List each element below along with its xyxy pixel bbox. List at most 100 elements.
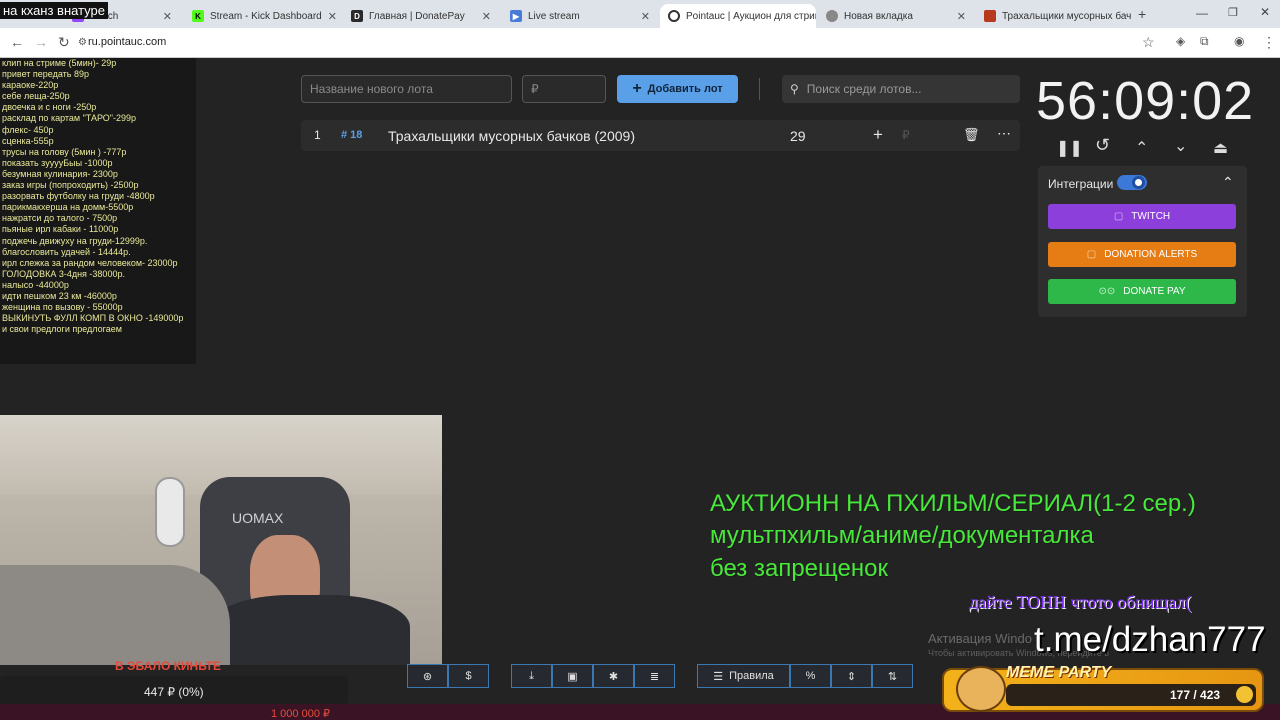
clear-list-icon[interactable]: ≣ — [634, 664, 675, 688]
new-tab-plus-icon[interactable]: + — [1138, 6, 1146, 22]
twitch-integration-button[interactable]: ▢ TWITCH — [1048, 204, 1236, 229]
rules-button[interactable]: ☰ Правила — [697, 664, 790, 688]
extension-icon[interactable]: ◈ — [1176, 34, 1185, 48]
trash-icon[interactable]: 🗑 — [963, 127, 980, 143]
pause-icon[interactable]: ❚❚ — [1056, 138, 1083, 158]
forward-arrow-icon[interactable]: → — [34, 34, 48, 50]
donation-alerts-button[interactable]: ▢ DONATION ALERTS — [1048, 242, 1236, 267]
donation-price-item: показать зууууБыы -1000р — [2, 157, 113, 168]
add-amount-plus-icon[interactable]: + — [873, 125, 883, 145]
chevron-up-icon[interactable]: ⌃ — [1135, 138, 1148, 158]
auction-timer: 56:09:02 — [1036, 71, 1255, 131]
add-lot-label: Добавить лот — [647, 83, 723, 95]
lot-currency[interactable]: ₽ — [902, 128, 910, 142]
close-icon[interactable]: ✕ — [641, 10, 650, 23]
search-placeholder: Поиск среди лотов... — [806, 82, 922, 96]
lot-index: 1 — [314, 128, 321, 142]
download-icon[interactable]: ⤓ — [511, 664, 552, 688]
close-icon[interactable]: ✕ — [328, 10, 337, 23]
new-lot-placeholder: Название нового лота — [310, 82, 433, 96]
url-field[interactable]: ru.pointauc.com — [88, 36, 166, 48]
purple-request-text: дайте ТОНН чтото обнищал( — [969, 592, 1192, 612]
lot-search-input[interactable]: ⚲ Поиск среди лотов... — [782, 75, 1020, 103]
tab-trahalshiki[interactable]: Трахальщики мусорных бачк ✕ — [976, 4, 1132, 28]
reload-icon[interactable]: ↻ — [58, 34, 70, 51]
avatar[interactable]: ◉ — [1234, 34, 1244, 48]
tab-new-tab[interactable]: Новая вкладка ✕ — [818, 4, 974, 28]
donation-price-item: безумная кулинария- 2300р — [2, 168, 118, 179]
menu-dots-icon[interactable]: ⋮ — [1262, 34, 1276, 51]
site-info-icon[interactable]: ⚙ — [78, 37, 87, 48]
tab-kick[interactable]: K Stream - Kick Dashboard ✕ — [184, 4, 340, 28]
movie-icon — [984, 10, 996, 22]
overlay-title: на кханз внатуре — [0, 2, 108, 19]
microphone — [155, 477, 185, 547]
chevron-down-icon[interactable]: ⌄ — [1174, 136, 1187, 156]
lot-row[interactable]: 1 # 18 Трахальщики мусорных бачков (2009… — [301, 120, 1020, 151]
donatepay-button[interactable]: ⊙⊙ DONATE PAY — [1048, 279, 1236, 304]
donation-progress: 447 ₽ (0%) — [144, 685, 204, 699]
lot-id: # 18 — [341, 129, 363, 141]
kick-icon: K — [192, 10, 204, 22]
close-icon[interactable]: ✕ — [163, 10, 172, 23]
coin-icon — [1236, 686, 1253, 703]
close-icon[interactable]: ✕ — [482, 10, 491, 23]
tab-donatepay[interactable]: D Главная | DonatePay ✕ — [343, 4, 499, 28]
lot-amount-input[interactable]: ₽ — [522, 75, 606, 103]
dollar-icon[interactable]: $ — [448, 664, 489, 688]
donation-price-item: и свои предлоги предлогаем — [2, 324, 122, 335]
plus-icon: + — [632, 80, 642, 97]
tab-pointauc[interactable]: Pointauc | Аукцион для стрим ✕ — [660, 4, 816, 28]
windows-activation: Активация Windo — [928, 631, 1032, 646]
donation-price-item: женщина по вызову - 55000р — [2, 302, 123, 313]
percent-icon[interactable]: % — [790, 664, 831, 688]
add-lot-button[interactable]: + Добавить лот — [617, 75, 738, 103]
donation-price-item: парикмакхерша на домм-5500р — [2, 202, 134, 213]
tab-label: Главная | DonatePay — [369, 10, 465, 22]
meme-progress-bar: 177 / 423 — [1006, 684, 1256, 706]
auction-banner-line3: без запрещенок — [710, 555, 888, 582]
donation-price-item: сценка-555р — [2, 135, 54, 146]
minimize-icon[interactable]: — — [1196, 6, 1208, 20]
integrations-panel: Интеграции ⌃ ▢ TWITCH ▢ DONATION ALERTS … — [1038, 166, 1247, 317]
chair-logo: UOMAX — [232, 510, 284, 526]
split-icon[interactable]: ⇕ — [831, 664, 872, 688]
donation-alerts-label: DONATION ALERTS — [1104, 249, 1198, 260]
puzzle-icon[interactable]: ⧉ — [1200, 34, 1209, 49]
meme-counter: 177 / 423 — [1170, 688, 1221, 702]
integrations-toggle[interactable] — [1117, 175, 1147, 190]
donation-price-item: караоке-220р — [2, 80, 59, 91]
donation-price-item: нажрат­си до талого - 7500р — [2, 213, 118, 224]
github-icon[interactable]: ⊛ — [407, 664, 448, 688]
restore-icon[interactable]: ❐ — [1228, 6, 1238, 19]
bug-icon[interactable]: ✱ — [593, 664, 634, 688]
lot-amount: 29 — [790, 128, 806, 144]
tab-live-stream[interactable]: ▶ Live stream ✕ — [502, 4, 658, 28]
collapse-chevron-up-icon[interactable]: ⌃ — [1222, 174, 1234, 191]
double-chevron-up-icon[interactable]: ⏏ — [1213, 138, 1228, 158]
donation-price-item: ВЫКИНУТЬ ФУЛЛ КОМП В ОКНО -149000р — [2, 313, 184, 324]
browser-tab-bar: Twitch ✕ K Stream - Kick Dashboard ✕ D Г… — [0, 0, 1280, 28]
donation-price-item: налысо -44000р — [2, 279, 69, 290]
tab-label: Stream - Kick Dashboard — [210, 10, 322, 22]
donation-price-item: разорвать футболку на груди -4800р — [2, 191, 155, 202]
donatepay-label: DONATE PAY — [1123, 286, 1186, 297]
donatepay-icon: D — [351, 10, 363, 22]
bookmark-star-icon[interactable]: ☆ — [1142, 34, 1155, 51]
meme-party-title: MEME PARTY — [1006, 664, 1112, 681]
close-icon[interactable]: ✕ — [957, 10, 966, 23]
donation-alerts-icon: ▢ — [1086, 249, 1097, 260]
pointauc-icon — [668, 10, 680, 22]
donation-goal-bar: 447 ₽ (0%) — [0, 676, 348, 706]
window-close-icon[interactable]: ✕ — [1260, 5, 1270, 19]
save-icon[interactable]: ▣ — [552, 664, 593, 688]
donation-price-list: клип на стриме (5мин)- 29р привет передат… — [0, 58, 196, 364]
lot-name[interactable]: Трахальщики мусорных бачков (2009) — [388, 128, 635, 144]
globe-icon — [826, 10, 838, 22]
new-lot-name-input[interactable]: Название нового лота — [301, 75, 512, 103]
more-dots-icon[interactable]: ⋯ — [997, 125, 1011, 142]
donation-price-item: ирл слежка за рандом человеком- 23000р — [2, 257, 178, 268]
sort-icon[interactable]: ⇅ — [872, 664, 913, 688]
back-arrow-icon[interactable]: ← — [10, 34, 24, 50]
reset-icon[interactable]: ↺ — [1095, 135, 1110, 156]
